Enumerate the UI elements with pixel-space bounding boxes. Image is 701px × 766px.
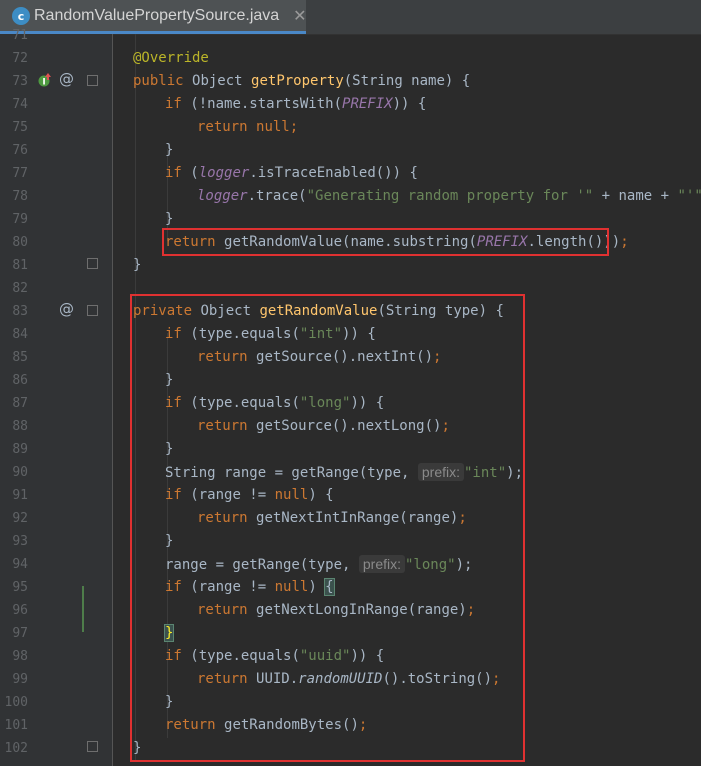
line-number: 75 [12, 120, 28, 135]
code-line: @Override [133, 50, 209, 66]
line-number: 76 [12, 143, 28, 158]
line-number: 96 [12, 603, 28, 618]
line-number: 98 [12, 649, 28, 664]
line-number: 89 [12, 442, 28, 457]
line-number: 100 [4, 695, 28, 710]
line-number: 72 [12, 51, 28, 66]
code-line: public Object getProperty(String name) { [133, 73, 471, 89]
line-number: 82 [12, 281, 28, 296]
line-number: 94 [12, 557, 28, 572]
line-number: 88 [12, 419, 28, 434]
line-number: 102 [4, 741, 28, 756]
code-editor[interactable]: I @ @ 71 72 @Override 73 public Object g… [0, 28, 701, 766]
code-line: return null; [197, 119, 299, 135]
line-number: 84 [12, 327, 28, 342]
line-number: 85 [12, 350, 28, 365]
line-number: 92 [12, 511, 28, 526]
line-number: 79 [12, 212, 28, 227]
code-line: logger.trace("Generating random property… [197, 188, 701, 204]
close-icon[interactable]: ✕ [293, 6, 306, 25]
line-number: 86 [12, 373, 28, 388]
line-number: 77 [12, 166, 28, 181]
java-class-icon: c [12, 6, 30, 25]
line-number: 80 [12, 235, 28, 250]
code-line: } [165, 142, 174, 158]
tab-title: RandomValuePropertySource.java [34, 6, 280, 24]
line-number: 99 [12, 672, 28, 687]
highlight-box-method [130, 294, 525, 762]
code-line: } [133, 257, 142, 273]
line-number: 101 [4, 718, 28, 733]
line-number: 81 [12, 258, 28, 273]
line-number: 90 [12, 465, 28, 480]
line-number: 83 [12, 304, 28, 319]
line-number: 71 [12, 28, 28, 43]
line-number: 74 [12, 97, 28, 112]
line-number: 78 [12, 189, 28, 204]
highlight-box-return-line [162, 228, 609, 256]
line-number: 93 [12, 534, 28, 549]
svg-text:c: c [18, 10, 25, 23]
code-line: if (logger.isTraceEnabled()) { [165, 165, 418, 181]
line-number: 95 [12, 580, 28, 595]
line-number: 97 [12, 626, 28, 641]
line-number: 87 [12, 396, 28, 411]
line-number: 91 [12, 488, 28, 503]
code-line: if (!name.startsWith(PREFIX)) { [165, 96, 427, 112]
line-number: 73 [12, 74, 28, 89]
